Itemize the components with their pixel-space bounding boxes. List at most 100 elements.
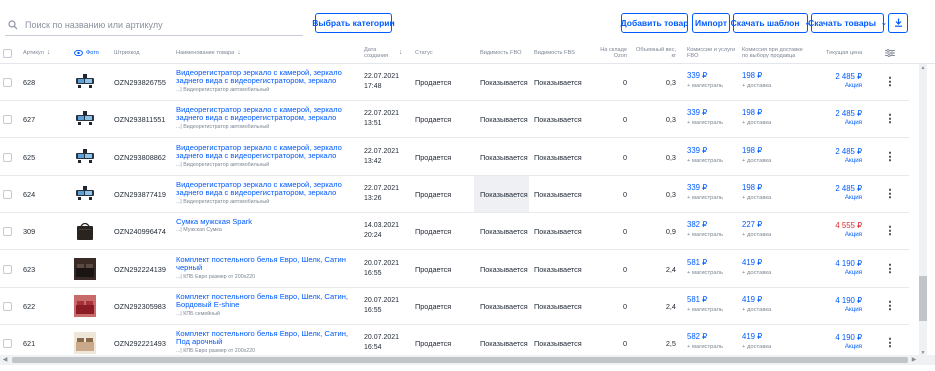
- commission-delivery-value[interactable]: 419 ₽: [742, 332, 771, 342]
- more-vertical-icon[interactable]: ⋮: [884, 299, 896, 312]
- commission-fbo-value[interactable]: 339 ₽: [687, 146, 723, 156]
- download-template-button[interactable]: Скачать шаблон ⌄: [731, 13, 810, 33]
- product-name-link[interactable]: Комплект постельного белья Евро, Шелк, С…: [176, 293, 356, 310]
- scroll-left-icon[interactable]: ◀: [0, 355, 10, 365]
- current-price-value[interactable]: 4 190 ₽: [810, 259, 862, 268]
- row-checkbox[interactable]: [3, 115, 12, 124]
- promo-label[interactable]: Акция: [810, 119, 862, 126]
- row-checkbox[interactable]: [3, 265, 12, 274]
- vertical-scrollbar[interactable]: ▲ ▼: [909, 64, 935, 360]
- commission-fbo-value[interactable]: 581 ₽: [687, 295, 723, 305]
- row-checkbox[interactable]: [3, 302, 12, 311]
- product-photo[interactable]: [74, 183, 96, 205]
- table-row[interactable]: 625 OZN293808862 Видеорегистратор зеркал…: [0, 139, 935, 176]
- scroll-right-icon[interactable]: ▶: [909, 355, 919, 365]
- row-checkbox[interactable]: [3, 227, 12, 236]
- promo-label[interactable]: Акция: [810, 269, 862, 276]
- commission-fbo-value[interactable]: 339 ₽: [687, 183, 723, 193]
- commission-delivery-value[interactable]: 198 ₽: [742, 71, 771, 81]
- product-photo[interactable]: [74, 258, 96, 280]
- table-row[interactable]: 624 OZN293877419 Видеорегистратор зеркал…: [0, 176, 935, 213]
- select-all-checkbox[interactable]: [3, 49, 12, 58]
- commission-delivery-value[interactable]: 419 ₽: [742, 295, 771, 305]
- commission-delivery-value[interactable]: 227 ₽: [742, 220, 771, 230]
- row-checkbox[interactable]: [3, 78, 12, 87]
- commission-fbo-value[interactable]: 382 ₽: [687, 220, 723, 230]
- more-vertical-icon[interactable]: ⋮: [884, 150, 896, 163]
- more-vertical-icon[interactable]: ⋮: [884, 224, 896, 237]
- import-button[interactable]: Импорт: [692, 13, 730, 33]
- product-name-link[interactable]: Видеорегистратор зеркало с камерой, зерк…: [176, 144, 356, 161]
- header-created-sort[interactable]: ↓: [396, 42, 403, 64]
- row-checkbox[interactable]: [3, 339, 12, 348]
- more-vertical-icon[interactable]: ⋮: [884, 262, 896, 275]
- commission-delivery-value[interactable]: 198 ₽: [742, 183, 771, 193]
- current-price-value[interactable]: 2 485 ₽: [810, 109, 862, 118]
- scroll-thumb[interactable]: [919, 276, 927, 321]
- header-photo: Фото: [74, 42, 99, 64]
- row-checkbox[interactable]: [3, 153, 12, 162]
- current-price-value[interactable]: 2 485 ₽: [810, 184, 862, 193]
- row-checkbox[interactable]: [3, 190, 12, 199]
- product-photo[interactable]: [74, 332, 96, 354]
- commission-delivery-cell: 419 ₽ + доставка: [742, 295, 771, 315]
- created-cell: 20.07.2021 16:55: [364, 259, 399, 279]
- product-name-link[interactable]: Комплект постельного белья Евро, Шелк, С…: [176, 256, 356, 273]
- product-photo[interactable]: [74, 108, 96, 130]
- commission-fbo-value[interactable]: 581 ₽: [687, 258, 723, 268]
- table-row[interactable]: 628 OZN293826755 Видеорегистратор зеркал…: [0, 64, 935, 101]
- more-vertical-icon[interactable]: ⋮: [884, 112, 896, 125]
- commission-delivery-value[interactable]: 198 ₽: [742, 108, 771, 118]
- product-photo[interactable]: [74, 220, 96, 242]
- created-time: 20:24: [364, 232, 382, 239]
- commission-fbo-value[interactable]: 582 ₽: [687, 332, 723, 342]
- add-product-button[interactable]: Добавить товар: [621, 13, 688, 33]
- promo-label[interactable]: Акция: [810, 194, 862, 201]
- product-name-link[interactable]: Видеорегистратор зеркало с камерой, зерк…: [176, 181, 356, 198]
- plus-highway-label: + магистраль: [687, 232, 723, 238]
- current-price-value[interactable]: 4 555 ₽: [810, 221, 862, 230]
- horizontal-scrollbar[interactable]: ◀ ▶: [0, 355, 935, 365]
- table-row[interactable]: 309 OZN240996474 Сумка мужская Spark ...…: [0, 213, 935, 250]
- table-row[interactable]: 622 OZN292305983 Комплект постельного бе…: [0, 288, 935, 325]
- current-price-value[interactable]: 4 190 ₽: [810, 333, 862, 342]
- header-article[interactable]: Артикул ↓: [23, 42, 50, 64]
- commission-delivery-value[interactable]: 419 ₽: [742, 258, 771, 268]
- product-photo[interactable]: [74, 71, 96, 93]
- scroll-up-icon[interactable]: ▲: [919, 64, 927, 72]
- fbo-visibility-cell: Показывается: [480, 114, 528, 124]
- export-button[interactable]: [888, 13, 908, 33]
- current-price-value[interactable]: 4 190 ₽: [810, 296, 862, 305]
- promo-label[interactable]: Акция: [810, 306, 862, 313]
- download-products-button[interactable]: Скачать товары ⌄: [808, 13, 887, 33]
- choose-categories-button[interactable]: Выбрать категории: [312, 13, 395, 33]
- product-name-link[interactable]: Видеорегистратор зеркало с камерой, зерк…: [176, 69, 356, 86]
- search-input[interactable]: [25, 19, 295, 30]
- table-row[interactable]: 627 OZN293811551 Видеорегистратор зеркал…: [0, 101, 935, 138]
- more-vertical-icon[interactable]: ⋮: [884, 187, 896, 200]
- horizontal-scroll-thumb[interactable]: [12, 357, 908, 363]
- column-settings-icon[interactable]: [885, 42, 895, 64]
- more-vertical-icon[interactable]: ⋮: [884, 75, 896, 88]
- commission-fbo-value[interactable]: 339 ₽: [687, 71, 723, 81]
- product-photo[interactable]: [74, 146, 96, 168]
- product-name-link[interactable]: Комплект постельного белья Евро, Шелк, С…: [176, 330, 356, 347]
- commission-fbo-value[interactable]: 339 ₽: [687, 108, 723, 118]
- promo-label[interactable]: Акция: [810, 231, 862, 238]
- current-price-value[interactable]: 2 485 ₽: [810, 72, 862, 81]
- created-date: 20.07.2021: [364, 334, 400, 341]
- product-photo[interactable]: [74, 295, 96, 317]
- promo-label[interactable]: Акция: [810, 343, 862, 350]
- promo-label[interactable]: Акция: [810, 157, 862, 164]
- header-name[interactable]: Наименование товара ↓: [176, 42, 241, 64]
- more-vertical-icon[interactable]: ⋮: [884, 336, 896, 349]
- promo-label[interactable]: Акция: [810, 82, 862, 89]
- product-name-link[interactable]: Сумка мужская Spark: [176, 218, 356, 226]
- current-price-value[interactable]: 2 485 ₽: [810, 147, 862, 156]
- created-cell: 20.07.2021 16:54: [364, 333, 399, 353]
- product-name-link[interactable]: Видеорегистратор зеркало с камерой, зерк…: [176, 106, 356, 123]
- search-icon: [5, 17, 21, 33]
- commission-delivery-value[interactable]: 198 ₽: [742, 146, 771, 156]
- table-row[interactable]: 623 OZN292224139 Комплект постельного бе…: [0, 251, 935, 288]
- header-created[interactable]: Дата создания: [364, 42, 394, 64]
